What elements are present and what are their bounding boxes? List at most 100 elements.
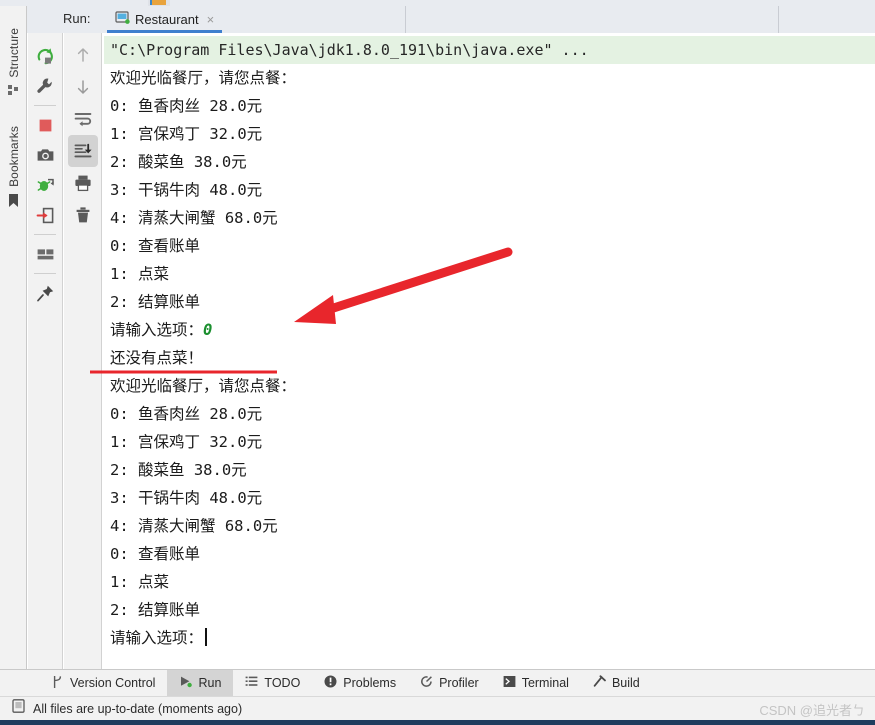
console-line-text: 2: 酸菜鱼 38.0元 xyxy=(110,461,247,479)
console-line: 1: 宫保鸡丁 32.0元 xyxy=(104,120,875,148)
run-tab-title: Restaurant xyxy=(135,12,199,27)
console-line-text: 1: 宫保鸡丁 32.0元 xyxy=(110,433,263,451)
intellij-idea-window: Structure Bookmarks Run: Restaurant × "C… xyxy=(0,0,875,725)
console-line-text: 0: 鱼香肉丝 28.0元 xyxy=(110,405,263,423)
pin-icon[interactable] xyxy=(31,278,59,308)
up-arrow-icon[interactable] xyxy=(68,39,98,71)
run-tab-restaurant[interactable]: Restaurant × xyxy=(107,6,223,33)
console-line-text: 0: 鱼香肉丝 28.0元 xyxy=(110,97,263,115)
profiler-icon xyxy=(420,675,433,691)
console-line: 1: 点菜 xyxy=(104,568,875,596)
tab-problems[interactable]: Problems xyxy=(312,670,408,697)
tab-version-control[interactable]: Version Control xyxy=(40,670,167,697)
terminal-icon xyxy=(503,675,516,691)
console-line-text: 欢迎光临餐厅，请您点餐： xyxy=(110,69,297,87)
tab-run-label: Run xyxy=(198,676,222,690)
tab-profiler-label: Profiler xyxy=(439,676,479,690)
console-line: 4: 清蒸大闸蟹 68.0元 xyxy=(104,204,875,232)
tab-run[interactable]: Run xyxy=(167,669,234,697)
console-line-text: 请输入选项： xyxy=(110,321,204,339)
todo-list-icon xyxy=(245,675,258,691)
console-line-text: 2: 结算账单 xyxy=(110,293,200,311)
camera-icon[interactable] xyxy=(31,140,59,170)
tab-version-control-label: Version Control xyxy=(70,676,156,690)
tab-build-label: Build xyxy=(611,676,640,690)
import-icon[interactable] xyxy=(31,200,59,230)
console-output[interactable]: "C:\Program Files\Java\jdk1.8.0_191\bin\… xyxy=(104,33,875,669)
toolbar-divider-3 xyxy=(34,273,56,274)
console-line-text: 3: 干锅牛肉 48.0元 xyxy=(110,181,263,199)
console-line-text: 4: 清蒸大闸蟹 68.0元 xyxy=(110,517,278,535)
console-line: 还没有点菜！ xyxy=(104,344,875,372)
console-line: 欢迎光临餐厅，请您点餐： xyxy=(104,372,875,400)
tab-build[interactable]: Build xyxy=(581,670,652,697)
run-actions-toolbar xyxy=(28,33,63,669)
scroll-to-end-icon[interactable] xyxy=(67,135,98,167)
run-tool-window-header: Run: Restaurant × xyxy=(27,6,875,33)
console-line-text: 2: 酸菜鱼 38.0元 xyxy=(110,153,247,171)
run-play-icon xyxy=(179,675,193,691)
console-line: 2: 结算账单 xyxy=(104,596,875,624)
console-actions-toolbar xyxy=(64,33,102,669)
console-line-text: 欢迎光临餐厅，请您点餐： xyxy=(110,377,297,395)
console-line: 3: 干锅牛肉 48.0元 xyxy=(104,176,875,204)
run-config-icon xyxy=(115,10,130,30)
sidebar-item-bookmarks-label: Bookmarks xyxy=(6,126,21,187)
status-bar: All files are up-to-date (moments ago) xyxy=(0,696,875,720)
run-label: Run: xyxy=(63,11,91,26)
console-line-text: "C:\Program Files\Java\jdk1.8.0_191\bin\… xyxy=(110,41,589,59)
console-line: 1: 点菜 xyxy=(104,260,875,288)
console-line-text: 0: 查看账单 xyxy=(110,237,200,255)
rerun-icon[interactable] xyxy=(31,41,59,71)
console-line: 3: 干锅牛肉 48.0元 xyxy=(104,484,875,512)
console-line: 0: 鱼香肉丝 28.0元 xyxy=(104,400,875,428)
debug-attach-icon[interactable] xyxy=(31,170,59,200)
file-sync-icon xyxy=(12,699,25,718)
branch-icon xyxy=(52,675,64,692)
tab-problems-label: Problems xyxy=(343,676,397,690)
tab-profiler[interactable]: Profiler xyxy=(408,670,491,697)
console-line: 2: 酸菜鱼 38.0元 xyxy=(104,456,875,484)
console-line-text: 3: 干锅牛肉 48.0元 xyxy=(110,489,263,507)
console-line-text: 1: 点菜 xyxy=(110,265,169,283)
clipped-tab-orange-marker xyxy=(152,0,166,5)
console-line: "C:\Program Files\Java\jdk1.8.0_191\bin\… xyxy=(104,36,875,64)
sidebar-item-bookmarks[interactable]: Bookmarks xyxy=(0,126,27,208)
console-user-input: 0 xyxy=(203,321,213,339)
console-caret xyxy=(205,628,208,646)
console-line: 4: 清蒸大闸蟹 68.0元 xyxy=(104,512,875,540)
taskbar-edge xyxy=(0,720,875,725)
layout-icon[interactable] xyxy=(31,239,59,269)
toolbar-divider-2 xyxy=(34,234,56,235)
console-line: 1: 宫保鸡丁 32.0元 xyxy=(104,428,875,456)
console-line: 0: 查看账单 xyxy=(104,540,875,568)
structure-icon xyxy=(8,84,19,96)
stop-icon[interactable] xyxy=(31,110,59,140)
console-line-text: 1: 点菜 xyxy=(110,573,169,591)
console-line-text: 请输入选项： xyxy=(110,629,204,647)
tab-todo[interactable]: TODO xyxy=(233,670,312,697)
console-line-text: 1: 宫保鸡丁 32.0元 xyxy=(110,125,263,143)
tab-terminal-label: Terminal xyxy=(521,676,569,690)
tab-terminal[interactable]: Terminal xyxy=(491,670,581,697)
print-icon[interactable] xyxy=(68,167,98,199)
wrench-icon[interactable] xyxy=(31,71,59,101)
trash-icon[interactable] xyxy=(68,199,98,231)
console-line: 0: 鱼香肉丝 28.0元 xyxy=(104,92,875,120)
close-icon[interactable]: × xyxy=(207,12,215,27)
down-arrow-icon[interactable] xyxy=(68,71,98,103)
bookmark-icon xyxy=(8,193,19,208)
left-tool-rail: Structure Bookmarks xyxy=(0,6,27,669)
soft-wrap-icon[interactable] xyxy=(68,103,98,135)
console-line-text: 4: 清蒸大闸蟹 68.0元 xyxy=(110,209,278,227)
toolbar-divider-1 xyxy=(34,105,56,106)
build-hammer-icon xyxy=(593,675,606,691)
bottom-tool-tabs: Version Control Run TODO Problems Profil… xyxy=(0,669,875,697)
csdn-watermark: CSDN @追光者ㄅ xyxy=(759,703,865,718)
console-line: 2: 结算账单 xyxy=(104,288,875,316)
sidebar-item-structure-label: Structure xyxy=(6,28,21,78)
tab-todo-label: TODO xyxy=(264,676,301,690)
sidebar-item-structure[interactable]: Structure xyxy=(0,28,27,96)
console-line-text: 还没有点菜！ xyxy=(110,349,204,367)
console-line: 2: 酸菜鱼 38.0元 xyxy=(104,148,875,176)
